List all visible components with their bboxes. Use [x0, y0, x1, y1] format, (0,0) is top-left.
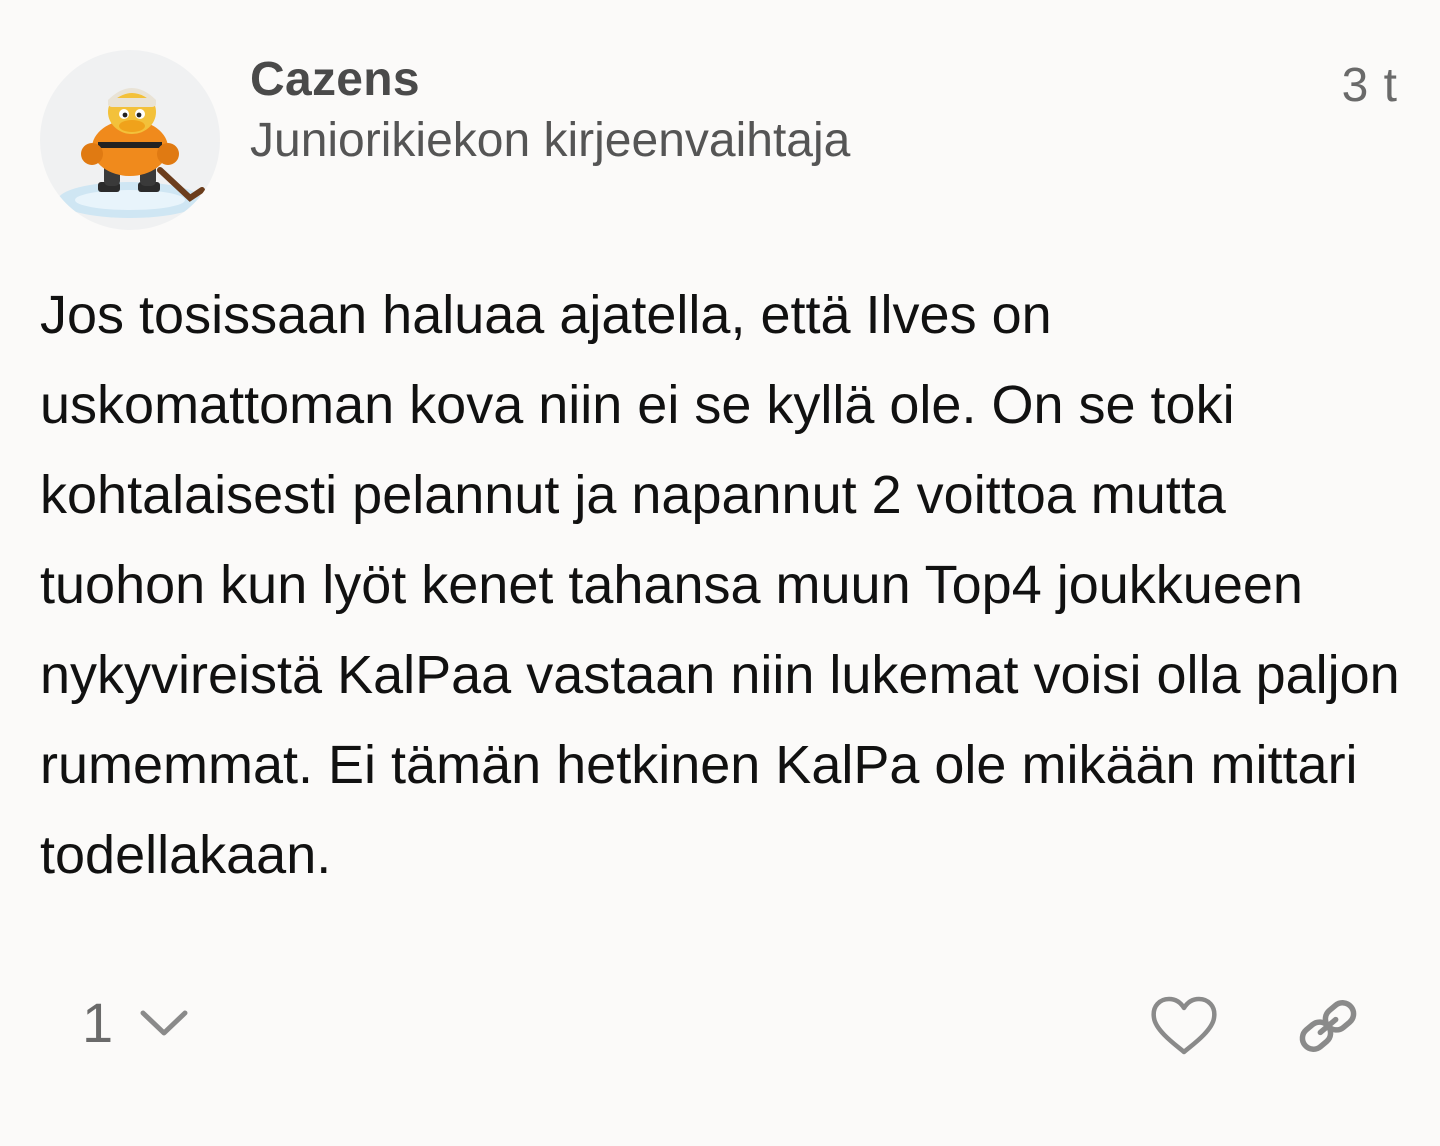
- forum-post: Cazens Juniorikiekon kirjeenvaihtaja 3 t…: [0, 0, 1440, 1146]
- chevron-down-icon: [139, 1008, 189, 1038]
- post-body: Jos tosissaan haluaa ajatella, että Ilve…: [40, 270, 1400, 900]
- post-body-text: Jos tosissaan haluaa ajatella, että Ilve…: [40, 285, 1400, 885]
- post-date[interactable]: 3 t: [1342, 58, 1398, 113]
- username[interactable]: Cazens: [250, 52, 420, 107]
- share-link-button[interactable]: [1296, 998, 1360, 1054]
- heart-icon: [1151, 996, 1217, 1055]
- reply-count: 1: [82, 991, 114, 1054]
- link-icon: [1299, 1000, 1357, 1052]
- user-avatar[interactable]: [40, 50, 220, 230]
- like-button[interactable]: [1150, 996, 1218, 1056]
- user-title: Juniorikiekon kirjeenvaihtaja: [250, 114, 851, 167]
- duck-hockey-player-avatar-icon: [58, 88, 205, 218]
- replies-toggle-button[interactable]: 1: [82, 990, 189, 1055]
